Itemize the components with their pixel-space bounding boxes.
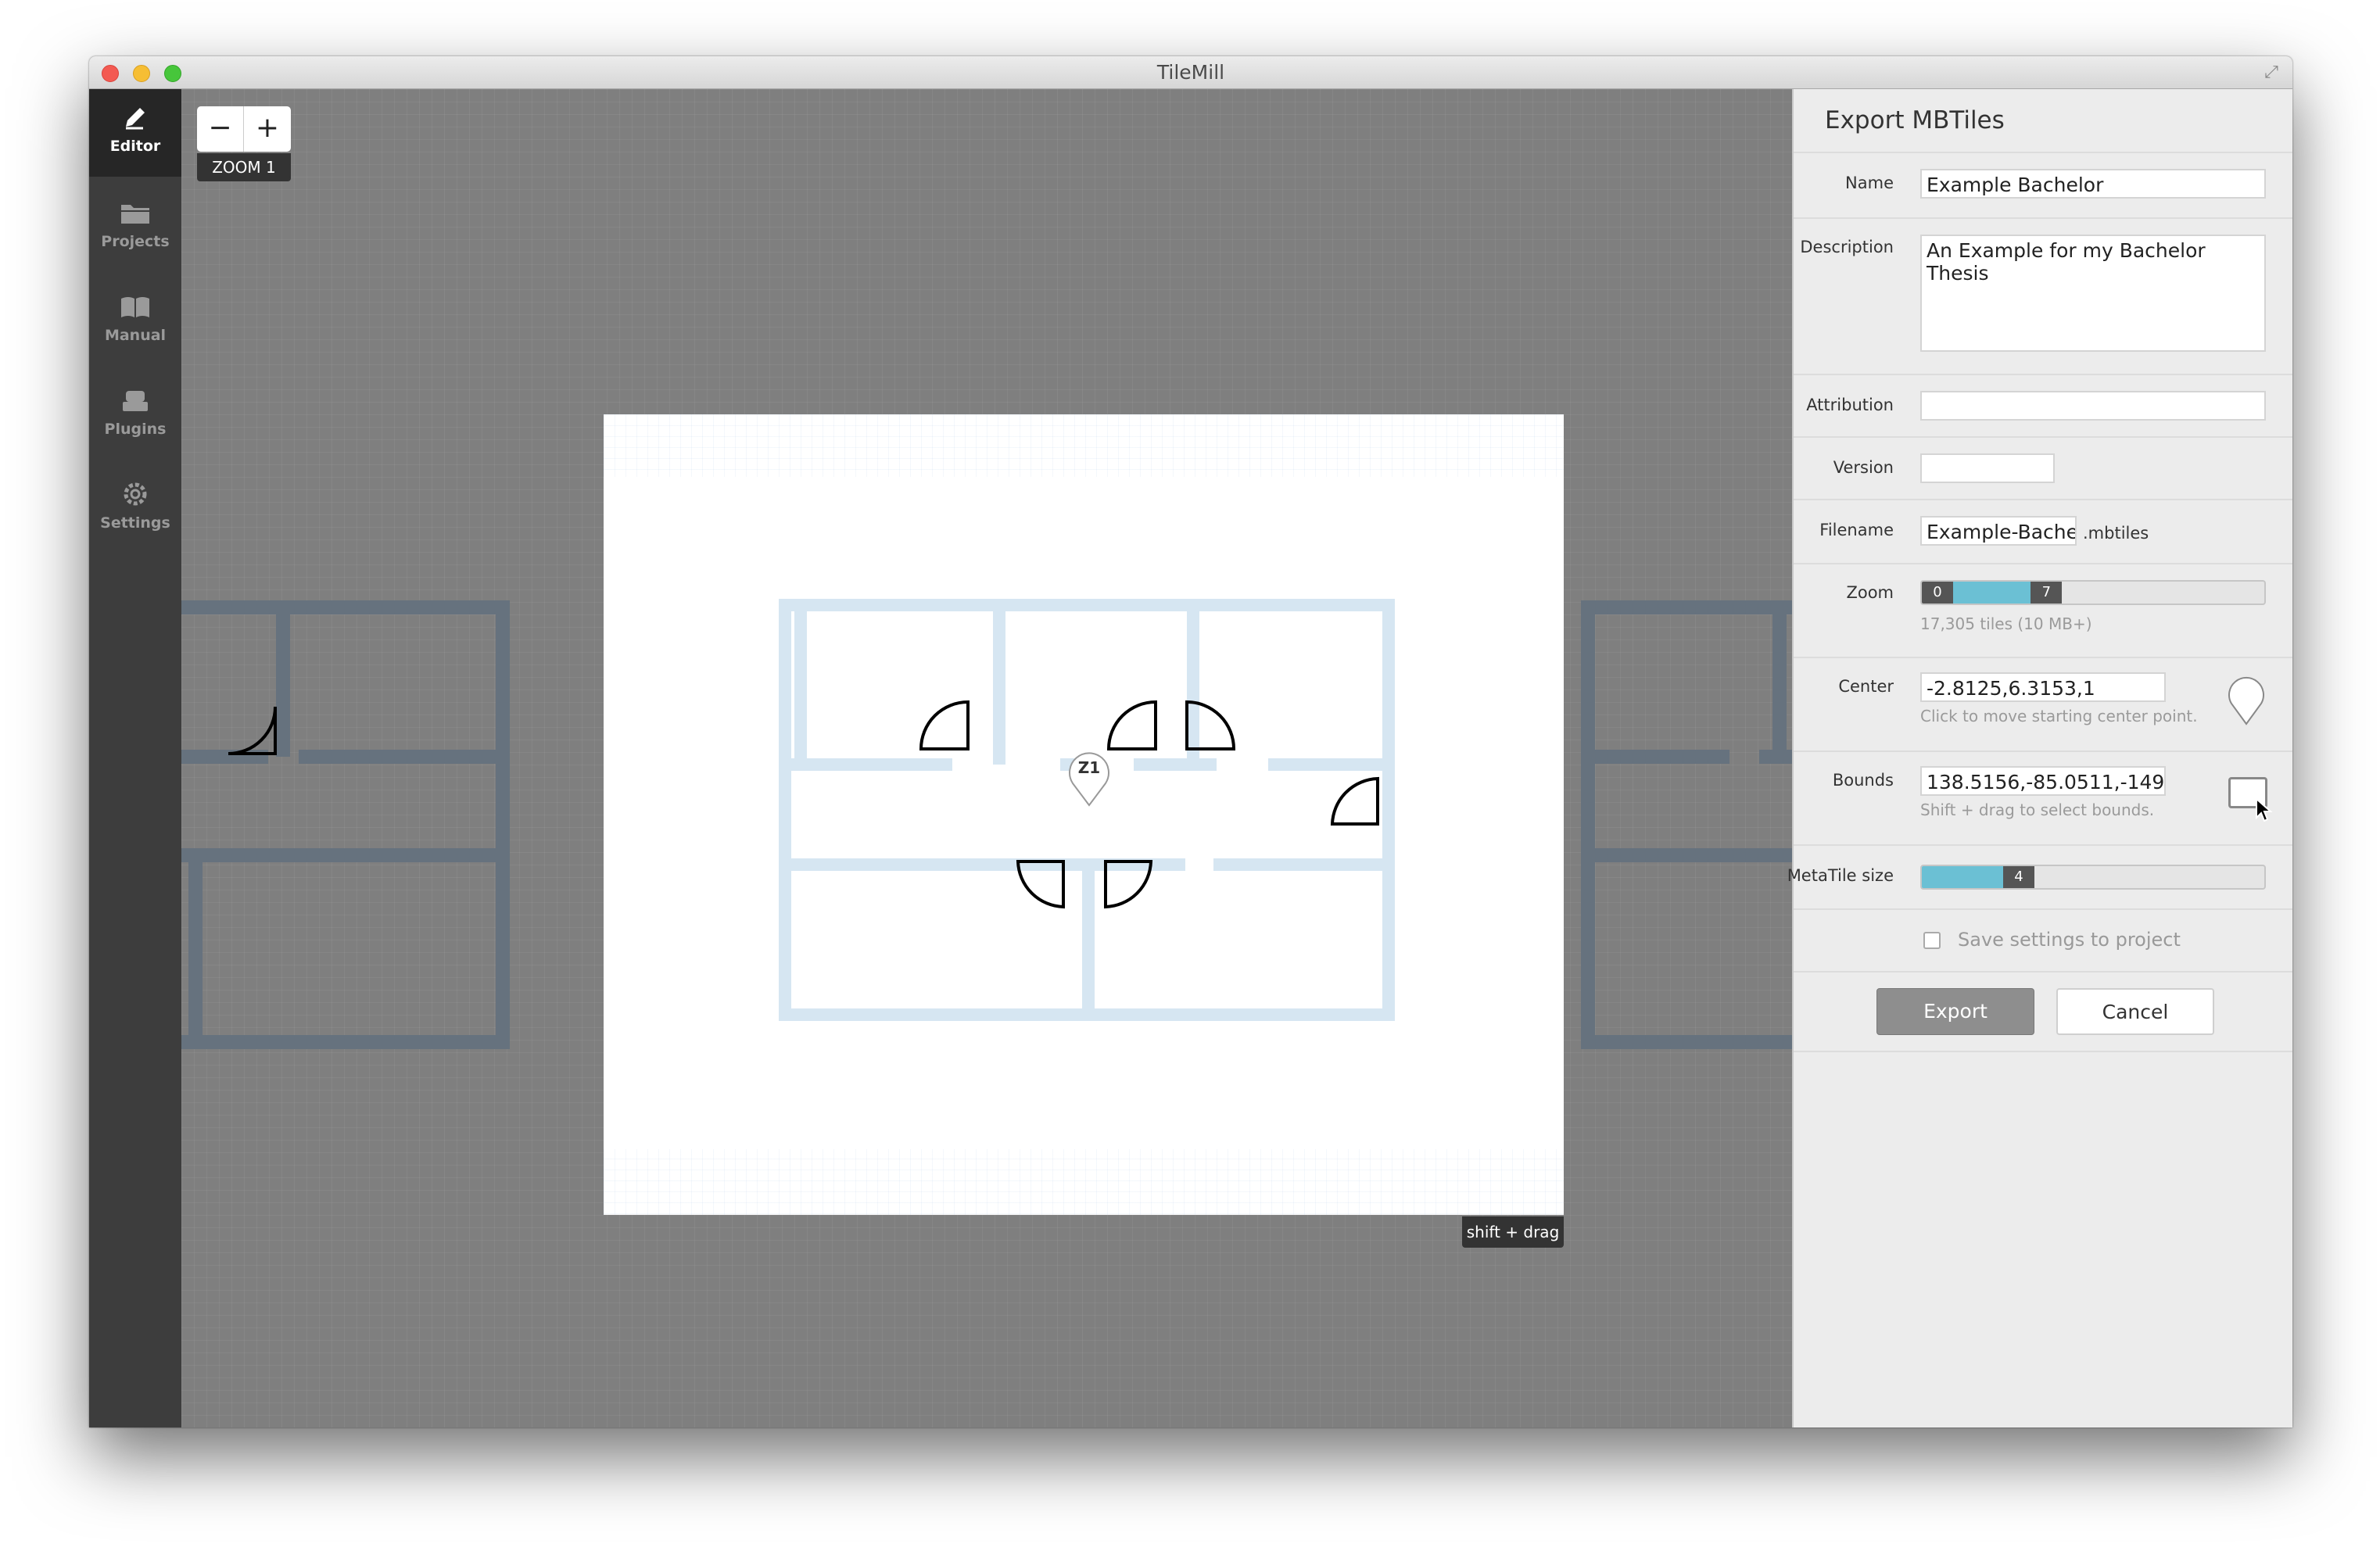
center-label: Center [1838, 677, 1894, 696]
name-row: Name Example Bachelor [1794, 152, 2292, 217]
bounds-row: Bounds 138.5156,-85.0511,-149.76 Shift +… [1794, 750, 2292, 844]
map-view[interactable]: − + ZOOM 1 Z1 shift + drag [181, 89, 1792, 1427]
sidebar: Editor Projects Manual Plugins Settings [89, 89, 181, 1427]
export-panel: Export MBTiles Name Example Bachelor Des… [1787, 89, 2292, 1427]
zoom-tiles-hint: 17,305 tiles (10 MB+) [1920, 614, 2092, 633]
pencil-icon [126, 108, 145, 130]
zoom-min-handle[interactable]: 0 [1922, 582, 1953, 604]
attribution-row: Attribution [1794, 374, 2292, 436]
title-bar: TileMill ⤢ [89, 56, 2292, 89]
zoom-control: − + [197, 106, 291, 152]
sidebar-item-projects[interactable]: Projects [89, 184, 181, 272]
window-title: TileMill [1156, 61, 1225, 84]
center-pin-icon[interactable] [2225, 674, 2267, 727]
description-row: Description An Example for my Bachelor T… [1794, 217, 2292, 374]
filename-label: Filename [1819, 521, 1894, 539]
version-row: Version [1794, 436, 2292, 499]
center-input[interactable]: -2.8125,6.3153,1 [1920, 672, 2166, 702]
zoom-level-label: ZOOM 1 [197, 153, 291, 181]
shift-drag-hint: shift + drag [1462, 1216, 1564, 1248]
metatile-label: MetaTile size [1787, 866, 1894, 885]
cursor-icon [2256, 797, 2273, 822]
attribution-label: Attribution [1806, 396, 1894, 414]
version-input[interactable] [1920, 453, 2055, 483]
center-hint: Click to move starting center point. [1920, 707, 2198, 725]
sidebar-item-manual[interactable]: Manual [89, 278, 181, 366]
zoom-in-button[interactable]: + [244, 106, 291, 152]
filename-row: Filename Example-Bachel .mbtiles [1794, 499, 2292, 563]
export-panel-title: Export MBTiles [1825, 106, 2005, 134]
zoom-label: Zoom [1846, 583, 1894, 602]
sidebar-item-label: Settings [100, 514, 170, 532]
bounds-input[interactable]: 138.5156,-85.0511,-149.76 [1920, 766, 2166, 796]
filename-input[interactable]: Example-Bachel [1920, 516, 2077, 546]
book-icon [121, 297, 149, 317]
zoom-range-slider[interactable]: 0 7 [1920, 580, 2266, 605]
save-settings-checkbox[interactable] [1923, 932, 1941, 949]
sidebar-item-label: Plugins [104, 421, 167, 438]
metatile-handle[interactable]: 4 [2003, 866, 2035, 888]
zoom-max-handle[interactable]: 7 [2031, 582, 2063, 604]
app-window: TileMill ⤢ Editor Projects Manual Plugin… [89, 56, 2292, 1427]
sidebar-item-label: Manual [104, 327, 167, 344]
zoom-row: Zoom 0 7 17,305 tiles (10 MB+) [1794, 563, 2292, 657]
center-row: Center -2.8125,6.3153,1 Click to move st… [1794, 657, 2292, 750]
bounds-label: Bounds [1832, 771, 1894, 790]
description-label: Description [1800, 238, 1894, 256]
sidebar-item-settings[interactable]: Settings [89, 466, 181, 553]
cancel-button[interactable]: Cancel [2056, 988, 2214, 1035]
floorplan-left-tile [181, 600, 510, 1049]
bounds-hint: Shift + drag to select bounds. [1920, 801, 2155, 819]
export-button[interactable]: Export [1876, 988, 2034, 1035]
save-settings-row: Save settings to project [1794, 908, 2292, 971]
metatile-row: MetaTile size 4 [1787, 844, 2292, 908]
plug-icon [123, 391, 148, 411]
folder-icon [121, 205, 149, 224]
gear-icon [124, 482, 147, 506]
filename-extension: .mbtiles [2083, 524, 2149, 543]
action-row: Export Cancel [1794, 971, 2292, 1052]
version-label: Version [1833, 458, 1894, 477]
metatile-slider[interactable]: 4 [1920, 865, 2266, 890]
description-textarea[interactable]: An Example for my Bachelor Thesis [1920, 235, 2266, 352]
sidebar-item-label: Editor [109, 138, 161, 155]
save-settings-label: Save settings to project [1958, 929, 2181, 951]
sidebar-item-editor[interactable]: Editor [89, 89, 181, 177]
export-preview-canvas[interactable]: Z1 [604, 414, 1564, 1215]
sidebar-item-plugins[interactable]: Plugins [89, 372, 181, 460]
attribution-input[interactable] [1920, 391, 2266, 421]
sidebar-item-label: Projects [101, 233, 170, 250]
fullscreen-icon[interactable]: ⤢ [2261, 63, 2281, 83]
name-label: Name [1845, 174, 1894, 192]
center-marker-label: Z1 [1077, 758, 1101, 777]
door-symbols [919, 700, 1379, 909]
zoom-out-button[interactable]: − [197, 106, 244, 152]
floorplan-right-tile [1581, 600, 1792, 1049]
name-input[interactable]: Example Bachelor [1920, 169, 2266, 199]
